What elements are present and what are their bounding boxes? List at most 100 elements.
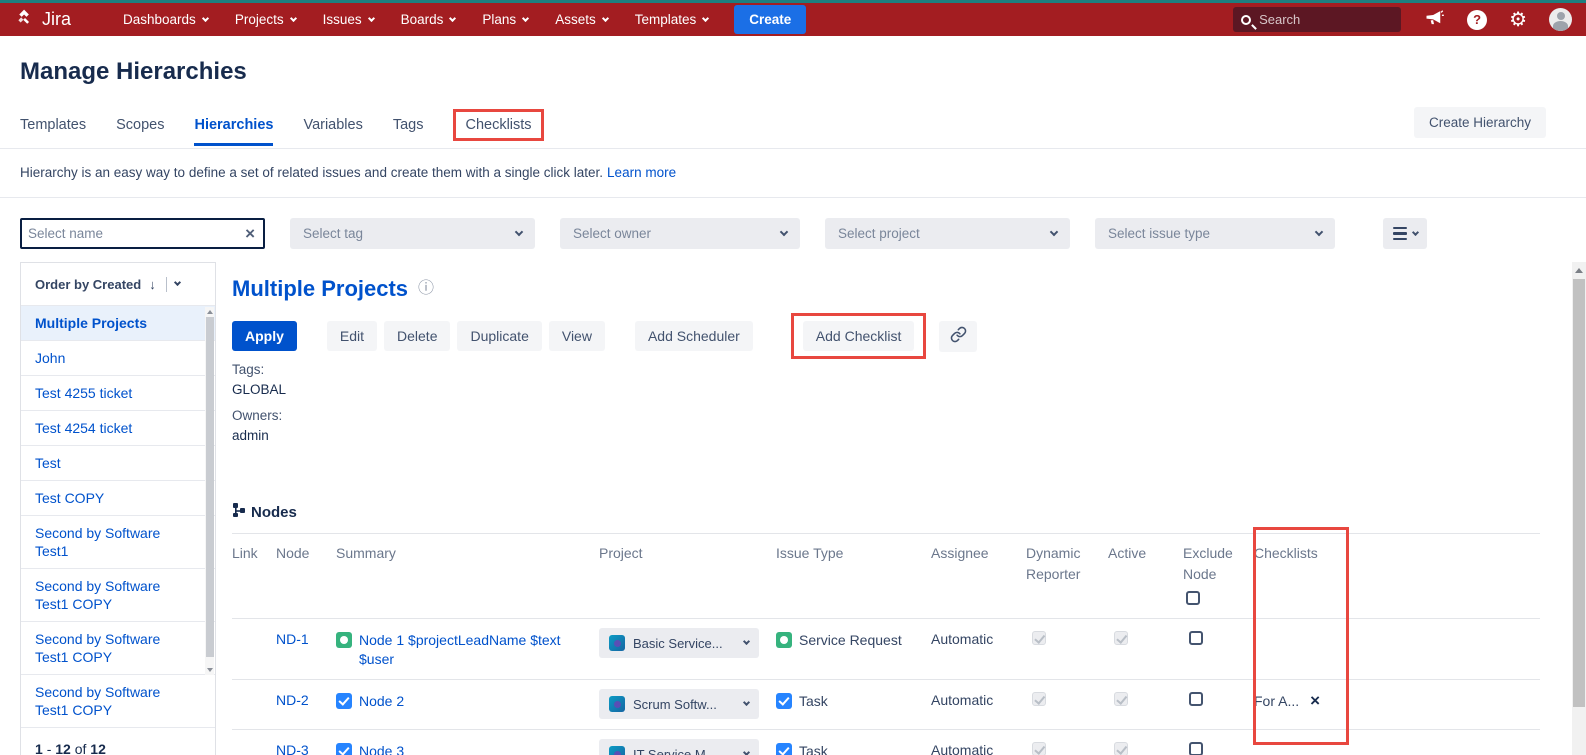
col-link: Link [232,543,276,564]
sort-direction-icon[interactable]: ↓ [149,277,156,292]
node-id-link[interactable]: ND-1 [276,631,336,647]
pagination: 1 - 12 of 12 [21,728,215,755]
sidebar-item-second-test1-copy-3[interactable]: Second by Software Test1 COPY [21,675,215,728]
active-checkbox [1114,631,1128,645]
sidebar-item-second-test1[interactable]: Second by Software Test1 [21,516,215,569]
help-icon[interactable]: ? [1467,10,1487,30]
copy-link-button[interactable] [939,321,977,352]
sidebar-item-test-4254[interactable]: Test 4254 ticket [21,411,215,446]
scroll-down-icon[interactable] [207,668,213,672]
add-checklist-button[interactable]: Add Checklist [803,321,915,351]
topbar-right: ? ⚙ [1233,7,1572,32]
info-icon[interactable]: ⓘ [418,274,434,304]
sidebar-item-second-test1-copy-1[interactable]: Second by Software Test1 COPY [21,569,215,622]
scroll-up-icon[interactable] [1575,268,1583,273]
manage-hierarchies-page: Jira Dashboards Projects Issues Boards P… [0,0,1586,755]
view-button[interactable]: View [549,321,605,351]
brand-text: Jira [42,9,71,30]
page-title: Manage Hierarchies [20,58,247,86]
learn-more-link[interactable]: Learn more [607,165,676,180]
tab-variables[interactable]: Variables [303,117,362,133]
chevron-down-icon[interactable] [174,279,181,286]
annotation-box-checklists-tab: Checklists [453,109,543,141]
table-row: ND-1 Node 1 $projectLeadName $text $user… [232,618,1540,679]
sidebar-item-test-copy[interactable]: Test COPY [21,481,215,516]
gear-icon[interactable]: ⚙ [1509,10,1527,30]
remove-checklist-button[interactable]: × [1310,692,1320,709]
node-summary-link[interactable]: Node 3 [359,742,404,755]
clear-icon[interactable]: × [245,225,255,242]
megaphone-icon[interactable] [1423,7,1445,32]
exclude-node-checkbox[interactable] [1189,631,1203,645]
exclude-all-checkbox[interactable] [1186,591,1200,605]
dynamic-reporter-checkbox [1032,631,1046,645]
nav-dashboards[interactable]: Dashboards [123,12,208,27]
filter-bar: × Select tag Select owner Select project… [20,218,1335,249]
tab-templates[interactable]: Templates [20,117,86,133]
select-project-filter[interactable]: Select project [825,218,1070,249]
order-by-control[interactable]: Order by Created ↓ [21,263,215,306]
select-owner-filter[interactable]: Select owner [560,218,800,249]
tab-tags[interactable]: Tags [393,117,424,133]
nodes-table-header: Link Node Summary Project Issue Type Ass… [232,534,1540,618]
nav-projects[interactable]: Projects [235,12,296,27]
apply-button[interactable]: Apply [232,321,297,351]
node-id-link[interactable]: ND-2 [276,692,336,708]
add-scheduler-button[interactable]: Add Scheduler [635,321,753,351]
node-id-link[interactable]: ND-3 [276,742,336,755]
project-select[interactable]: IT Service M... [599,739,759,755]
nav-templates[interactable]: Templates [635,12,709,27]
user-avatar[interactable] [1549,8,1572,31]
window-scrollbar[interactable] [1572,262,1586,755]
sidebar-item-test-4255[interactable]: Test 4255 ticket [21,376,215,411]
create-issue-button[interactable]: Create [734,5,806,34]
search-input[interactable] [1259,12,1393,27]
service-request-icon [336,632,352,648]
col-issue-type: Issue Type [776,543,931,564]
sidebar-scrollbar[interactable] [205,307,214,675]
table-row: ND-3 Node 3 IT Service M... Task Automat… [232,729,1540,755]
global-search[interactable] [1233,7,1401,32]
node-summary-link[interactable]: Node 1 $projectLeadName $text $user [359,631,573,669]
tab-hierarchies[interactable]: Hierarchies [194,117,273,133]
task-icon [336,743,352,755]
sidebar-item-john[interactable]: John [21,341,215,376]
assignee-cell: Automatic [931,692,1026,708]
chevron-down-icon [602,14,609,21]
chevron-down-icon [743,699,750,706]
chevron-down-icon [702,14,709,21]
scroll-up-icon[interactable] [207,310,213,314]
scrollbar-thumb[interactable] [1573,279,1585,707]
select-name-filter[interactable]: × [20,218,265,249]
name-filter-input[interactable] [28,226,245,241]
create-hierarchy-button[interactable]: Create Hierarchy [1414,107,1546,138]
node-summary-link[interactable]: Node 2 [359,692,404,711]
jira-logo[interactable]: Jira [14,7,71,33]
project-select[interactable]: Scrum Softw... [599,689,759,719]
jira-logo-icon [14,7,35,33]
nav-issues[interactable]: Issues [323,12,374,27]
select-tag-filter[interactable]: Select tag [290,218,535,249]
col-active: Active [1108,543,1183,564]
sidebar-item-second-test1-copy-2[interactable]: Second by Software Test1 COPY [21,622,215,675]
sidebar-item-multiple-projects[interactable]: Multiple Projects [21,306,215,341]
chevron-down-icon [522,14,529,21]
nav-assets[interactable]: Assets [555,12,608,27]
select-issue-type-filter[interactable]: Select issue type [1095,218,1335,249]
edit-button[interactable]: Edit [327,321,377,351]
nav-boards[interactable]: Boards [401,12,456,27]
duplicate-button[interactable]: Duplicate [457,321,541,351]
dynamic-reporter-checkbox [1032,742,1046,755]
exclude-node-checkbox[interactable] [1189,742,1203,755]
checklist-cell: For A... × [1254,692,1374,709]
sidebar-item-test[interactable]: Test [21,446,215,481]
tab-scopes[interactable]: Scopes [116,117,164,133]
nav-plans[interactable]: Plans [482,12,528,27]
delete-button[interactable]: Delete [384,321,450,351]
list-options-menu-button[interactable] [1383,218,1427,249]
tab-checklists[interactable]: Checklists [465,117,531,133]
scrollbar-thumb[interactable] [206,317,214,657]
assignee-cell: Automatic [931,742,1026,755]
exclude-node-checkbox[interactable] [1189,692,1203,706]
project-select[interactable]: Basic Service... [599,628,759,658]
